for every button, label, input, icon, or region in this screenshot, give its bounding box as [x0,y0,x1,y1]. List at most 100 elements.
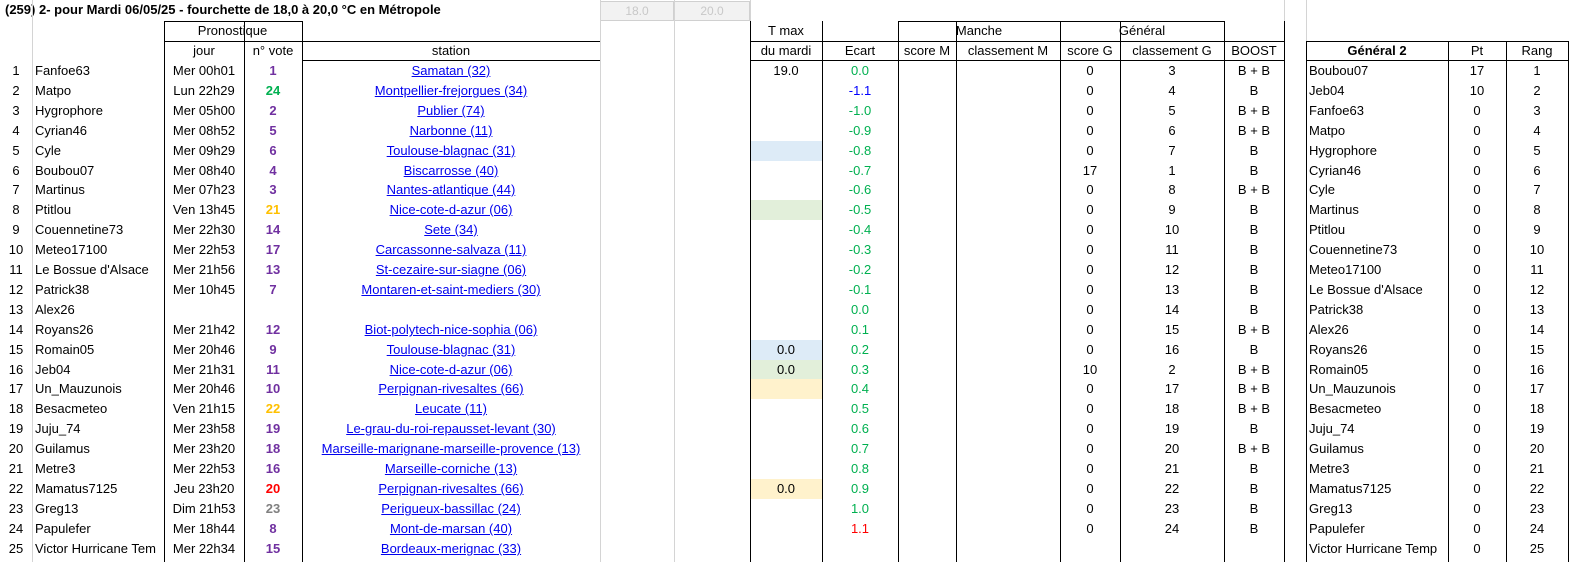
general2-rang: 24 [1529,521,1545,536]
station-link[interactable]: Perpignan-rivesaltes (66) [302,379,600,399]
forecast-day: Dim 21h53 [172,501,236,516]
station-link[interactable]: Bordeaux-merignac (33) [302,539,600,559]
score-g: 0 [1086,282,1094,297]
ecart-value: -0.4 [848,222,872,237]
boost-value: B + B [1237,182,1271,197]
ecart-value: 0.6 [850,421,870,436]
forecast-day: Mer 20h46 [172,342,236,357]
row-number: 16 [8,362,24,377]
station-link[interactable]: Marseille-corniche (13) [302,459,600,479]
station-link[interactable]: Montaren-et-saint-mediers (30) [302,280,600,300]
vote-number: 4 [269,163,277,178]
station-link[interactable]: Biscarrosse (40) [302,161,600,181]
classement-g: 7 [1168,143,1176,158]
boost-value: B [1249,461,1259,476]
threshold-high-stepper[interactable]: 20.0 [674,1,750,21]
tmax-value [750,280,822,300]
general2-name: Mamatus7125 [1309,481,1392,496]
forecast-day: Mer 18h44 [172,521,236,536]
ecart-value: -0.5 [848,202,872,217]
station-link[interactable]: St-cezaire-sur-siagne (06) [302,260,600,280]
score-g [1060,539,1120,559]
score-g: 0 [1086,63,1094,78]
classement-g: 10 [1164,222,1180,237]
ecart-value: -0.1 [848,282,872,297]
general2-name: Cyrian46 [1309,163,1362,178]
vote-number: 18 [265,441,281,456]
station-link[interactable]: Marseille-marignane-marseille-provence (… [302,439,600,459]
station-link[interactable]: Nice-cote-d-azur (06) [302,200,600,220]
boost-value: B [1249,262,1259,277]
vote-number: 21 [265,202,281,217]
ecart-value: 1.1 [850,521,870,536]
forecast-day: Mer 22h53 [172,461,236,476]
station-link[interactable]: Leucate (11) [302,399,600,419]
station-link[interactable]: Nice-cote-d-azur (06) [302,360,600,380]
vote-number: 8 [269,521,277,536]
forecast-day: Lun 22h29 [173,83,235,98]
score-g: 0 [1086,302,1094,317]
boost-value: B [1249,282,1259,297]
forecast-day: Mer 21h42 [172,322,236,337]
station-link[interactable] [302,300,600,320]
general2-pt: 0 [1473,381,1481,396]
station-link[interactable]: Montpellier-frejorgues (34) [302,81,600,101]
boost-value [1224,539,1284,559]
tmax-value [750,161,822,181]
threshold-low-stepper[interactable]: 18.0 [600,1,674,21]
general2-name: Couennetine73 [1309,242,1398,257]
general2-rang: 15 [1529,342,1545,357]
score-g: 0 [1086,143,1094,158]
general2-name: Meteo17100 [1309,262,1382,277]
general2-name: Martinus [1309,202,1359,217]
general2-pt: 17 [1469,63,1485,78]
station-link[interactable]: Publier (74) [302,101,600,121]
station-link[interactable]: Mont-de-marsan (40) [302,519,600,539]
score-g: 0 [1086,103,1094,118]
station-link[interactable]: Le-grau-du-roi-repausset-levant (30) [302,419,600,439]
forecast-day: Mer 22h34 [172,541,236,556]
forecast-day: Mer 20h46 [172,381,236,396]
general2-pt: 0 [1473,461,1481,476]
station-link[interactable]: Perpignan-rivesaltes (66) [302,479,600,499]
station-link[interactable]: Narbonne (11) [302,121,600,141]
station-link[interactable]: Perigueux-bassillac (24) [302,499,600,519]
vote-number: 20 [265,481,281,496]
station-link[interactable]: Samatan (32) [302,61,600,81]
boost-value: B [1249,421,1259,436]
station-link[interactable]: Toulouse-blagnac (31) [302,340,600,360]
general2-pt: 0 [1473,322,1481,337]
station-link[interactable]: Biot-polytech-nice-sophia (06) [302,320,600,340]
classement-g: 19 [1164,421,1180,436]
ecart-value [822,539,898,559]
vote-number: 11 [266,362,280,377]
classement-g: 4 [1168,83,1176,98]
classement-g: 12 [1164,262,1180,277]
station-link[interactable]: Nantes-atlantique (44) [302,180,600,200]
general2-pt: 0 [1473,282,1481,297]
general2-rang: 16 [1529,362,1545,377]
boost-value: B [1249,143,1259,158]
classement-g: 16 [1164,342,1180,357]
ecart-value: 0.8 [850,461,870,476]
boost-value: B [1249,83,1259,98]
station-link[interactable]: Toulouse-blagnac (31) [302,141,600,161]
participant-name: Victor Hurricane Tem [35,541,156,556]
tmax-value [750,300,822,320]
station-link[interactable]: Sete (34) [302,220,600,240]
boost-value: B + B [1237,123,1271,138]
grid-line [1306,41,1307,562]
participant-name: Fanfoe63 [35,63,90,78]
general2-name: Jeb04 [1309,83,1345,98]
tmax-value [750,220,822,240]
row-number: 24 [8,521,24,536]
ecart-value: 0.5 [850,401,870,416]
station-link[interactable]: Carcassonne-salvaza (11) [302,240,600,260]
classement-g: 17 [1164,381,1180,396]
grid-line [956,21,957,562]
general2-name: Besacmeteo [1309,401,1382,416]
grid-line [1448,41,1449,562]
grid-line [302,60,600,61]
header-score-m: score M [903,43,951,58]
general2-rang: 2 [1533,83,1541,98]
